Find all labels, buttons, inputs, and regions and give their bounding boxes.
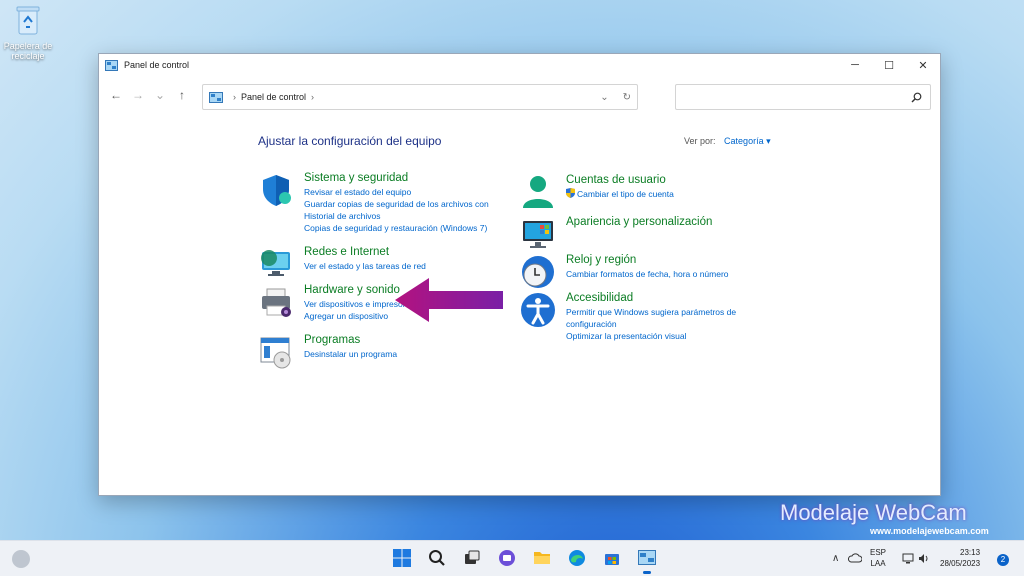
category-link[interactable]: Cambiar el tipo de cuenta (566, 188, 674, 200)
category-link[interactable]: Guardar copias de seguridad de los archi… (304, 198, 489, 210)
language-indicator[interactable]: ESP LAA (870, 547, 886, 569)
monitor-icon[interactable] (520, 216, 556, 252)
maximize-button[interactable]: ☐ (872, 54, 906, 76)
address-bar[interactable]: › Panel de control › ⌄ ↻ (202, 84, 638, 110)
category-link-text: Cambiar el tipo de cuenta (577, 189, 674, 199)
category-title[interactable]: Sistema y seguridad (304, 172, 489, 184)
recycle-bin[interactable]: Papelera de reciclaje (2, 4, 54, 61)
category-title[interactable]: Programas (304, 334, 397, 346)
category-system-security: Sistema y seguridad Revisar el estado de… (258, 172, 489, 234)
user-icon[interactable] (520, 174, 556, 210)
taskbar-apps (384, 546, 664, 574)
control-panel-icon (637, 550, 656, 565)
category-network-internet: Redes e Internet Ver el estado y las tar… (258, 246, 426, 282)
category-link[interactable]: configuración (566, 318, 736, 330)
page-title: Ajustar la configuración del equipo (258, 134, 442, 148)
taskbar-search-button[interactable] (425, 546, 449, 570)
control-panel-taskbar-button[interactable] (635, 546, 659, 574)
category-user-accounts: Cuentas de usuario Cambiar el tipo de cu… (520, 174, 674, 210)
clock-icon[interactable] (520, 254, 556, 290)
cloud-icon[interactable] (848, 553, 862, 563)
task-view-button[interactable] (460, 546, 484, 570)
category-link[interactable]: Revisar el estado del equipo (304, 186, 489, 198)
watermark: Modelaje WebCam www.modelajewebcam.com (780, 500, 989, 536)
highlight-arrow (395, 278, 503, 322)
uac-shield-icon (566, 188, 575, 198)
tray-chevron-icon[interactable]: ∧ (832, 553, 839, 564)
category-hardware-sound: Hardware y sonido Ver dispositivos e imp… (258, 284, 415, 322)
taskbar: ∧ ESP LAA 23:13 28/05/2023 2 (0, 540, 1024, 576)
back-button[interactable]: ← (105, 84, 127, 106)
network-icon[interactable] (902, 553, 914, 564)
control-panel-icon (209, 91, 223, 103)
task-view-icon (464, 550, 479, 564)
network-globe-icon[interactable] (258, 246, 294, 282)
category-title[interactable]: Reloj y región (566, 254, 729, 266)
keyboard-layout: LAA (870, 559, 886, 568)
edge-icon (568, 550, 585, 566)
store-icon (604, 554, 619, 565)
chat-button[interactable] (495, 546, 519, 570)
watermark-url: www.modelajewebcam.com (870, 526, 989, 536)
minimize-button[interactable]: ─ (838, 54, 872, 76)
accessibility-icon[interactable] (520, 292, 556, 328)
category-title[interactable]: Accesibilidad (566, 292, 736, 304)
clock-time: 23:13 (960, 548, 981, 557)
forward-button[interactable]: → (127, 84, 149, 106)
programs-icon[interactable] (258, 334, 294, 370)
category-link[interactable]: Permitir que Windows sugiera parámetros … (566, 306, 736, 318)
category-title[interactable]: Apariencia y personalización (566, 216, 712, 228)
store-button[interactable] (600, 546, 624, 570)
category-link[interactable]: Ver el estado y las tareas de red (304, 260, 426, 272)
chevron-right-icon: › (233, 92, 236, 102)
search-icon (911, 92, 922, 102)
window-title: Panel de control (124, 60, 190, 70)
category-link[interactable]: Historial de archivos (304, 210, 489, 222)
close-button[interactable]: ✕ (906, 54, 940, 76)
windows-logo-icon (392, 549, 411, 567)
file-explorer-button[interactable] (530, 546, 554, 570)
watermark-brand: Modelaje WebCam (780, 500, 967, 525)
recycle-bin-icon (16, 6, 40, 35)
folder-icon (533, 552, 550, 564)
control-panel-icon (105, 59, 118, 71)
clock-date: 28/05/2023 (940, 559, 981, 568)
view-by-label: Ver por: (684, 136, 716, 146)
refresh-button[interactable]: ↻ (623, 92, 631, 103)
category-appearance: Apariencia y personalización (520, 216, 712, 252)
search-input[interactable] (675, 84, 931, 110)
dropdown-chevron-icon[interactable]: ⌄ (600, 92, 608, 103)
category-link[interactable]: Optimizar la presentación visual (566, 330, 736, 342)
shield-icon[interactable] (258, 172, 294, 208)
view-by-dropdown[interactable]: Categoría ▾ (724, 136, 771, 146)
printer-icon[interactable] (258, 284, 294, 320)
widgets-icon[interactable] (12, 550, 30, 568)
up-button[interactable]: ↑ (171, 84, 193, 106)
chevron-right-icon[interactable]: › (311, 92, 314, 102)
recent-locations-button[interactable]: ⌄ (149, 84, 171, 106)
language-code: ESP (870, 548, 887, 557)
category-title[interactable]: Redes e Internet (304, 246, 426, 258)
category-accessibility: Accesibilidad Permitir que Windows sugie… (520, 292, 736, 342)
category-clock-region: Reloj y región Cambiar formatos de fecha… (520, 254, 729, 290)
clock[interactable]: 23:13 28/05/2023 (940, 547, 980, 569)
notification-badge[interactable]: 2 (997, 554, 1009, 566)
category-title[interactable]: Cuentas de usuario (566, 174, 674, 186)
title-bar[interactable]: Panel de control ─ ☐ ✕ (99, 54, 940, 76)
edge-button[interactable] (565, 546, 589, 570)
chat-icon (498, 550, 515, 566)
start-button[interactable] (390, 546, 414, 570)
volume-icon[interactable] (918, 553, 930, 564)
category-programs: Programas Desinstalar un programa (258, 334, 397, 370)
control-panel-window: Panel de control ─ ☐ ✕ ← → ⌄ ↑ › Panel d… (98, 53, 941, 496)
breadcrumb-item[interactable]: Panel de control (241, 92, 306, 102)
view-by: Ver por: Categoría ▾ (684, 136, 771, 147)
category-link[interactable]: Desinstalar un programa (304, 348, 397, 360)
search-icon (428, 550, 445, 566)
recycle-bin-label: Papelera de reciclaje (3, 41, 53, 61)
category-link[interactable]: Cambiar formatos de fecha, hora o número (566, 268, 729, 280)
category-link[interactable]: Copias de seguridad y restauración (Wind… (304, 222, 489, 234)
